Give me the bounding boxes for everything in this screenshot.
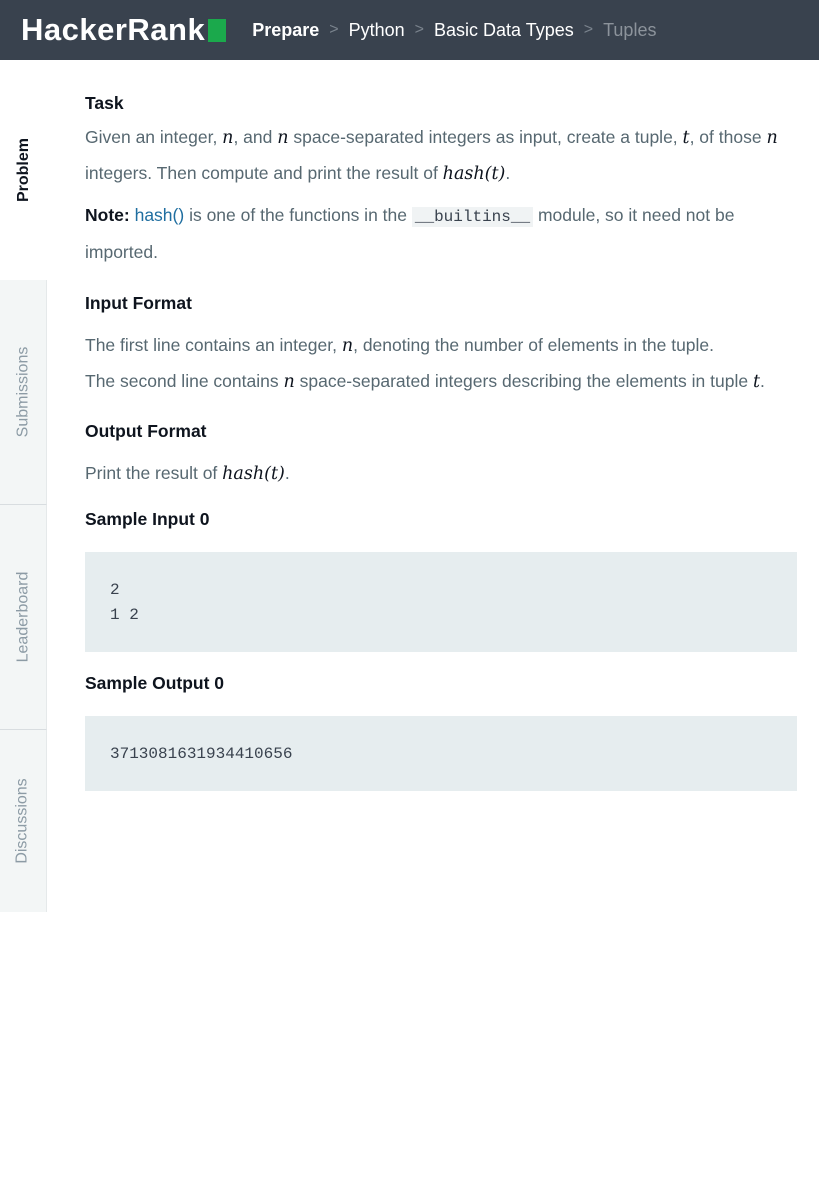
logo-block-icon (208, 18, 227, 42)
breadcrumb-tuples: Tuples (603, 19, 657, 40)
sample-input-heading: Sample Input 0 (85, 509, 210, 529)
sidebar-tabs: Problem Submissions Leaderboard Discussi… (0, 60, 47, 912)
sample-output-heading: Sample Output 0 (85, 673, 225, 693)
breadcrumb-prepare[interactable]: Prepare (252, 20, 319, 41)
input-format-line2: The second line contains n space-separat… (85, 371, 765, 392)
tab-submissions[interactable]: Submissions (0, 280, 47, 505)
hackerrank-logo[interactable]: HackerRank (21, 12, 227, 48)
sample-output-block: 3713081631934410656 (85, 716, 797, 791)
problem-statement: Task Given an integer, n, and n space-se… (85, 88, 797, 791)
tab-label: Submissions (14, 346, 32, 438)
builtins-code: __builtins__ (411, 207, 534, 227)
task-heading: Task (85, 93, 124, 113)
top-bar: HackerRank Prepare > Python > Basic Data… (0, 0, 819, 60)
input-format-line1: The first line contains an integer, n, d… (85, 335, 715, 356)
sample-input-block: 2 1 2 (85, 552, 797, 652)
tab-discussions[interactable]: Discussions (0, 730, 47, 912)
breadcrumb: Prepare > Python > Basic Data Types > Tu… (252, 20, 656, 41)
output-format-text: Print the result of hash(t). (85, 463, 290, 484)
breadcrumb-python[interactable]: Python (349, 20, 405, 41)
chevron-right-icon: > (329, 21, 339, 38)
tab-label: Problem (14, 137, 32, 203)
task-text: Given an integer, n, and n space-separat… (85, 127, 778, 184)
chevron-right-icon: > (583, 21, 594, 38)
note-text: Note: hash() is one of the functions in … (85, 205, 735, 262)
chevron-right-icon: > (414, 21, 424, 38)
tab-label: Discussions (14, 778, 32, 864)
hash-link[interactable]: hash() (135, 205, 185, 225)
input-format-heading: Input Format (85, 293, 192, 313)
tab-leaderboard[interactable]: Leaderboard (0, 505, 47, 730)
logo-text: HackerRank (21, 12, 206, 47)
breadcrumb-basic-data-types[interactable]: Basic Data Types (434, 20, 574, 41)
output-format-heading: Output Format (85, 421, 207, 441)
tab-problem[interactable]: Problem (0, 60, 47, 280)
tab-label: Leaderboard (14, 571, 31, 663)
